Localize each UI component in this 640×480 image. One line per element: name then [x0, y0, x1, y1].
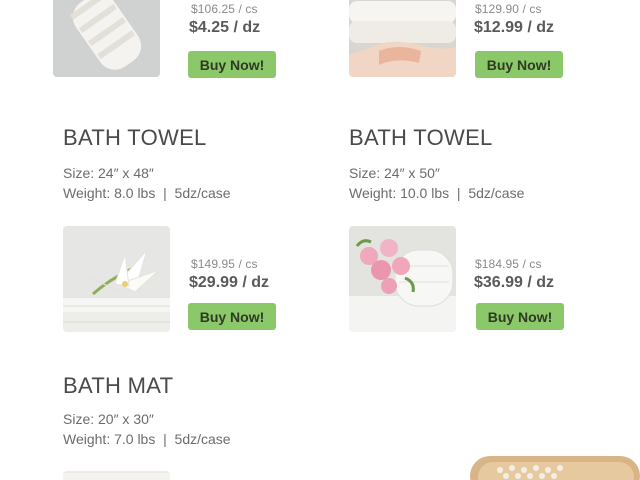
product-title: BATH TOWEL: [63, 125, 207, 150]
price-per-dozen: $29.99 / dz: [189, 274, 270, 291]
product-title: BATH MAT: [63, 373, 174, 398]
product-image-towel-roses[interactable]: [349, 226, 456, 332]
product-weight: Weight: 10.0 lbs | 5dz/case: [349, 185, 525, 201]
price-per-dozen: $36.99 / dz: [474, 274, 555, 291]
product-image-washcloth[interactable]: [53, 0, 160, 77]
buy-now-button[interactable]: Buy Now!: [188, 51, 276, 78]
product-weight: Weight: 8.0 lbs | 5dz/case: [63, 185, 231, 201]
buy-now-button[interactable]: Buy Now!: [476, 303, 564, 330]
buy-now-button[interactable]: Buy Now!: [188, 303, 276, 330]
product-size: Size: 20″ x 30″: [63, 411, 154, 427]
bath-brush-image: [466, 452, 640, 480]
product-weight: Weight: 7.0 lbs | 5dz/case: [63, 431, 231, 447]
product-size: Size: 24″ x 50″: [349, 165, 440, 181]
price-per-dozen: $4.25 / dz: [189, 19, 261, 36]
price-per-case: $129.90 / cs: [475, 2, 542, 16]
buy-now-button[interactable]: Buy Now!: [475, 51, 563, 78]
price-per-dozen: $12.99 / dz: [474, 19, 555, 36]
product-image-bath-mat[interactable]: [63, 471, 170, 480]
product-image-folded-towels[interactable]: [349, 0, 456, 77]
product-title: BATH TOWEL: [349, 125, 493, 150]
price-per-case: $149.95 / cs: [191, 257, 258, 271]
product-image-towel-lily[interactable]: [63, 226, 170, 332]
price-per-case: $106.25 / cs: [191, 2, 258, 16]
price-per-case: $184.95 / cs: [475, 257, 542, 271]
product-size: Size: 24″ x 48″: [63, 165, 154, 181]
